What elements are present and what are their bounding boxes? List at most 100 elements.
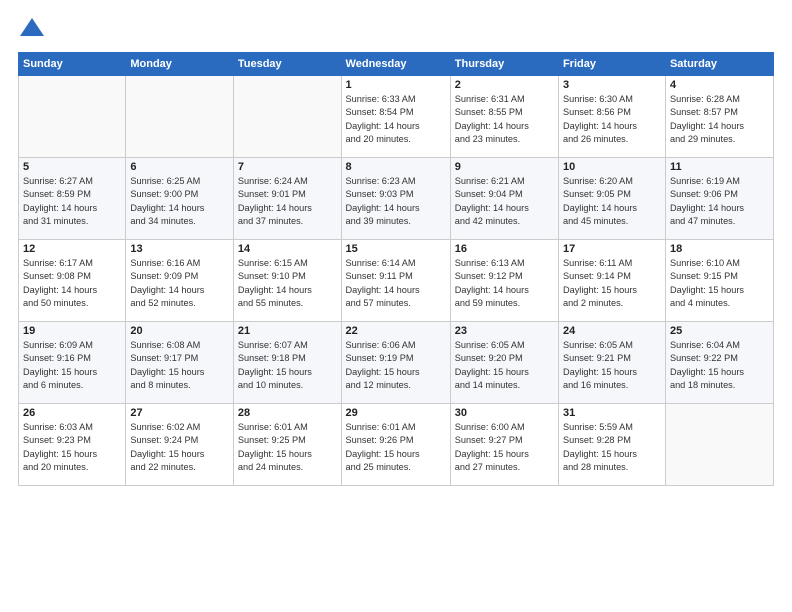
day-number: 20 xyxy=(130,325,229,337)
week-row-2: 5 Sunrise: 6:27 AM Sunset: 8:59 PM Daylig… xyxy=(19,158,774,240)
weekday-header-thursday: Thursday xyxy=(450,53,558,76)
day-number: 29 xyxy=(346,407,446,419)
day-info: Sunrise: 6:16 AM Sunset: 9:09 PM Dayligh… xyxy=(130,257,229,310)
day-number: 9 xyxy=(455,161,554,173)
calendar-cell: 15Sunrise: 6:14 AM Sunset: 9:11 PM Dayli… xyxy=(341,240,450,322)
calendar-cell: 25 Sunrise: 6:04 AM Sunset: 9:22 PM Dayli… xyxy=(665,322,773,404)
day-info: Sunrise: 6:10 AM Sunset: 9:15 PM Dayligh… xyxy=(670,257,769,310)
week-row-3: 12 Sunrise: 6:17 AM Sunset: 9:08 PM Dayli… xyxy=(19,240,774,322)
day-info: Sunrise: 6:27 AM Sunset: 8:59 PM Dayligh… xyxy=(23,175,121,228)
week-row-5: 26 Sunrise: 6:03 AM Sunset: 9:23 PM Dayli… xyxy=(19,404,774,486)
day-number: 30 xyxy=(455,407,554,419)
day-number: 28 xyxy=(238,407,337,419)
day-info: Sunrise: 6:17 AM Sunset: 9:08 PM Dayligh… xyxy=(23,257,121,310)
day-info: Sunrise: 6:01 AM Sunset: 9:25 PM Dayligh… xyxy=(238,421,337,474)
calendar-cell: 27 Sunrise: 6:02 AM Sunset: 9:24 PM Dayli… xyxy=(126,404,234,486)
calendar-cell: 20 Sunrise: 6:08 AM Sunset: 9:17 PM Dayli… xyxy=(126,322,234,404)
day-info: Sunrise: 6:31 AM Sunset: 8:55 PM Dayligh… xyxy=(455,93,554,146)
day-info: Sunrise: 6:30 AM Sunset: 8:56 PM Dayligh… xyxy=(563,93,661,146)
day-info: Sunrise: 6:21 AM Sunset: 9:04 PM Dayligh… xyxy=(455,175,554,228)
day-info: Sunrise: 6:15 AM Sunset: 9:10 PM Dayligh… xyxy=(238,257,337,310)
day-info: Sunrise: 6:09 AM Sunset: 9:16 PM Dayligh… xyxy=(23,339,121,392)
calendar-cell: 1Sunrise: 6:33 AM Sunset: 8:54 PM Daylig… xyxy=(341,76,450,158)
day-info: Sunrise: 6:20 AM Sunset: 9:05 PM Dayligh… xyxy=(563,175,661,228)
day-number: 5 xyxy=(23,161,121,173)
day-info: Sunrise: 6:04 AM Sunset: 9:22 PM Dayligh… xyxy=(670,339,769,392)
day-info: Sunrise: 6:08 AM Sunset: 9:17 PM Dayligh… xyxy=(130,339,229,392)
day-number: 11 xyxy=(670,161,769,173)
calendar-cell: 18 Sunrise: 6:10 AM Sunset: 9:15 PM Dayli… xyxy=(665,240,773,322)
day-info: Sunrise: 6:13 AM Sunset: 9:12 PM Dayligh… xyxy=(455,257,554,310)
weekday-header-sunday: Sunday xyxy=(19,53,126,76)
day-info: Sunrise: 6:05 AM Sunset: 9:21 PM Dayligh… xyxy=(563,339,661,392)
calendar-cell: 21Sunrise: 6:07 AM Sunset: 9:18 PM Dayli… xyxy=(233,322,341,404)
calendar-cell: 14 Sunrise: 6:15 AM Sunset: 9:10 PM Dayli… xyxy=(233,240,341,322)
calendar-cell: 2Sunrise: 6:31 AM Sunset: 8:55 PM Daylig… xyxy=(450,76,558,158)
day-number: 18 xyxy=(670,243,769,255)
week-row-1: 1Sunrise: 6:33 AM Sunset: 8:54 PM Daylig… xyxy=(19,76,774,158)
day-info: Sunrise: 6:28 AM Sunset: 8:57 PM Dayligh… xyxy=(670,93,769,146)
day-info: Sunrise: 5:59 AM Sunset: 9:28 PM Dayligh… xyxy=(563,421,661,474)
calendar-cell: 17Sunrise: 6:11 AM Sunset: 9:14 PM Dayli… xyxy=(558,240,665,322)
day-info: Sunrise: 6:05 AM Sunset: 9:20 PM Dayligh… xyxy=(455,339,554,392)
day-info: Sunrise: 6:23 AM Sunset: 9:03 PM Dayligh… xyxy=(346,175,446,228)
calendar-cell: 4 Sunrise: 6:28 AM Sunset: 8:57 PM Daylig… xyxy=(665,76,773,158)
day-info: Sunrise: 6:06 AM Sunset: 9:19 PM Dayligh… xyxy=(346,339,446,392)
day-number: 22 xyxy=(346,325,446,337)
day-number: 12 xyxy=(23,243,121,255)
day-number: 4 xyxy=(670,79,769,91)
day-info: Sunrise: 6:03 AM Sunset: 9:23 PM Dayligh… xyxy=(23,421,121,474)
calendar-cell: 31 Sunrise: 5:59 AM Sunset: 9:28 PM Dayli… xyxy=(558,404,665,486)
calendar-cell: 8 Sunrise: 6:23 AM Sunset: 9:03 PM Daylig… xyxy=(341,158,450,240)
calendar-cell: 19Sunrise: 6:09 AM Sunset: 9:16 PM Dayli… xyxy=(19,322,126,404)
day-number: 6 xyxy=(130,161,229,173)
calendar: SundayMondayTuesdayWednesdayThursdayFrid… xyxy=(18,52,774,486)
calendar-cell: 7Sunrise: 6:24 AM Sunset: 9:01 PM Daylig… xyxy=(233,158,341,240)
day-number: 27 xyxy=(130,407,229,419)
day-number: 23 xyxy=(455,325,554,337)
calendar-cell: 24Sunrise: 6:05 AM Sunset: 9:21 PM Dayli… xyxy=(558,322,665,404)
day-number: 1 xyxy=(346,79,446,91)
day-number: 3 xyxy=(563,79,661,91)
calendar-cell: 13 Sunrise: 6:16 AM Sunset: 9:09 PM Dayli… xyxy=(126,240,234,322)
weekday-header-friday: Friday xyxy=(558,53,665,76)
calendar-cell: 26 Sunrise: 6:03 AM Sunset: 9:23 PM Dayli… xyxy=(19,404,126,486)
day-number: 26 xyxy=(23,407,121,419)
weekday-header-tuesday: Tuesday xyxy=(233,53,341,76)
calendar-cell: 5 Sunrise: 6:27 AM Sunset: 8:59 PM Daylig… xyxy=(19,158,126,240)
weekday-header-saturday: Saturday xyxy=(665,53,773,76)
weekday-header-row: SundayMondayTuesdayWednesdayThursdayFrid… xyxy=(19,53,774,76)
day-number: 10 xyxy=(563,161,661,173)
day-info: Sunrise: 6:02 AM Sunset: 9:24 PM Dayligh… xyxy=(130,421,229,474)
day-number: 13 xyxy=(130,243,229,255)
calendar-cell: 12 Sunrise: 6:17 AM Sunset: 9:08 PM Dayli… xyxy=(19,240,126,322)
day-number: 8 xyxy=(346,161,446,173)
calendar-cell: 28 Sunrise: 6:01 AM Sunset: 9:25 PM Dayli… xyxy=(233,404,341,486)
day-number: 25 xyxy=(670,325,769,337)
calendar-cell: 9 Sunrise: 6:21 AM Sunset: 9:04 PM Daylig… xyxy=(450,158,558,240)
day-number: 14 xyxy=(238,243,337,255)
page: SundayMondayTuesdayWednesdayThursdayFrid… xyxy=(0,0,792,612)
calendar-cell: 6 Sunrise: 6:25 AM Sunset: 9:00 PM Daylig… xyxy=(126,158,234,240)
day-info: Sunrise: 6:19 AM Sunset: 9:06 PM Dayligh… xyxy=(670,175,769,228)
calendar-cell: 23 Sunrise: 6:05 AM Sunset: 9:20 PM Dayli… xyxy=(450,322,558,404)
day-number: 31 xyxy=(563,407,661,419)
logo-icon xyxy=(18,14,46,42)
weekday-header-monday: Monday xyxy=(126,53,234,76)
calendar-cell: 10 Sunrise: 6:20 AM Sunset: 9:05 PM Dayli… xyxy=(558,158,665,240)
calendar-cell: 3 Sunrise: 6:30 AM Sunset: 8:56 PM Daylig… xyxy=(558,76,665,158)
day-number: 16 xyxy=(455,243,554,255)
calendar-cell xyxy=(126,76,234,158)
day-info: Sunrise: 6:11 AM Sunset: 9:14 PM Dayligh… xyxy=(563,257,661,310)
day-info: Sunrise: 6:14 AM Sunset: 9:11 PM Dayligh… xyxy=(346,257,446,310)
calendar-cell: 22 Sunrise: 6:06 AM Sunset: 9:19 PM Dayli… xyxy=(341,322,450,404)
day-number: 21 xyxy=(238,325,337,337)
weekday-header-wednesday: Wednesday xyxy=(341,53,450,76)
calendar-cell: 16 Sunrise: 6:13 AM Sunset: 9:12 PM Dayli… xyxy=(450,240,558,322)
calendar-cell xyxy=(233,76,341,158)
calendar-cell: 29 Sunrise: 6:01 AM Sunset: 9:26 PM Dayli… xyxy=(341,404,450,486)
day-info: Sunrise: 6:25 AM Sunset: 9:00 PM Dayligh… xyxy=(130,175,229,228)
calendar-cell xyxy=(19,76,126,158)
day-info: Sunrise: 6:01 AM Sunset: 9:26 PM Dayligh… xyxy=(346,421,446,474)
calendar-cell: 30Sunrise: 6:00 AM Sunset: 9:27 PM Dayli… xyxy=(450,404,558,486)
